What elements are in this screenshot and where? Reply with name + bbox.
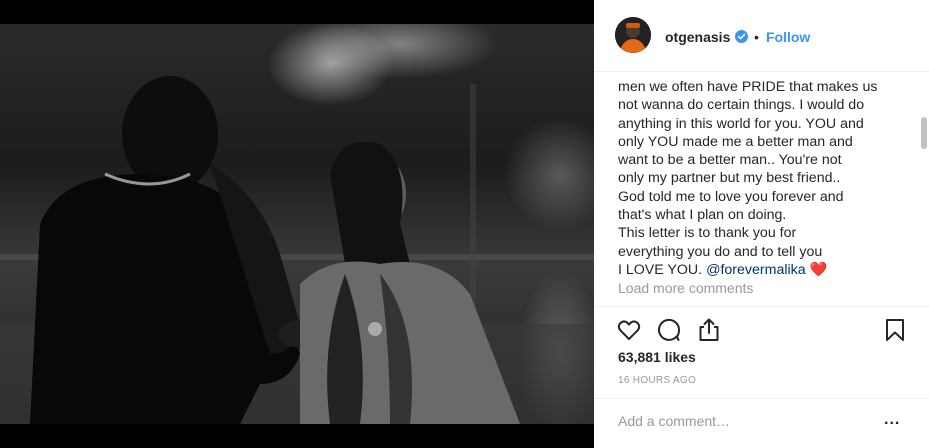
post-details-panel: otgenasis • Follow men we often have PRI…	[594, 0, 929, 448]
add-comment-input[interactable]	[618, 413, 868, 429]
caption-text: men we often have PRIDE that makes us no…	[618, 78, 908, 279]
likes-count[interactable]: 63,881 likes	[618, 349, 696, 365]
avatar-icon[interactable]	[615, 17, 651, 53]
post-timestamp[interactable]: 16 HOURS AGO	[618, 375, 696, 386]
more-options-icon[interactable]: ...	[884, 411, 900, 429]
comments-section[interactable]: men we often have PRIDE that makes us no…	[594, 73, 929, 306]
post-photo[interactable]	[0, 24, 594, 424]
post-photo-pane	[0, 0, 594, 448]
bookmark-icon[interactable]	[882, 317, 908, 343]
comment-icon[interactable]	[656, 317, 682, 343]
photo-illustration	[0, 76, 594, 424]
comments-scrollbar[interactable]	[919, 73, 929, 306]
post-actions: 63,881 likes 16 HOURS AGO	[594, 306, 929, 398]
scrollbar-thumb[interactable]	[921, 117, 927, 149]
header-separator: •	[754, 29, 759, 45]
username-link[interactable]: otgenasis	[665, 29, 730, 45]
caption-body: men we often have PRIDE that makes us no…	[618, 79, 878, 278]
heart-icon[interactable]	[616, 317, 642, 343]
heart-emoji: ❤️	[809, 261, 828, 278]
post-header: otgenasis • Follow	[594, 0, 929, 72]
add-comment-bar: ...	[594, 398, 929, 448]
load-more-comments-button[interactable]: Load more comments	[618, 280, 753, 296]
follow-button[interactable]: Follow	[766, 29, 810, 45]
verified-badge-icon	[735, 30, 748, 43]
mention-link[interactable]: @forevermalika	[706, 262, 806, 278]
share-icon[interactable]	[696, 317, 722, 343]
